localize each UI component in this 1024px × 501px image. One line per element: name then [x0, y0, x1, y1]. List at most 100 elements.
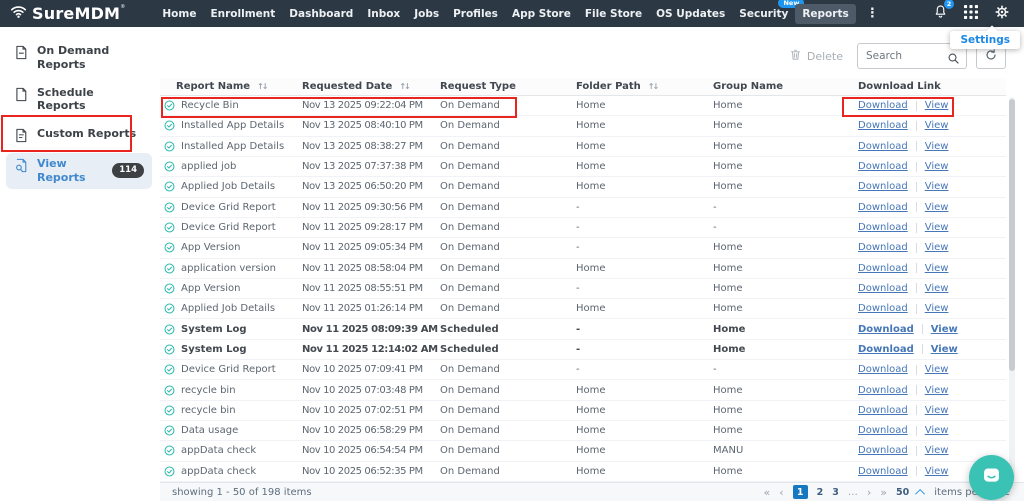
nav-item-jobs[interactable]: Jobs [407, 4, 446, 24]
download-link[interactable]: Download [858, 120, 908, 131]
nav-item-enrollment[interactable]: Enrollment [203, 4, 282, 24]
download-link[interactable]: Download [858, 324, 914, 335]
view-link[interactable]: View [925, 283, 949, 294]
table-row[interactable]: Data usageNov 10 2025 06:58:29 PMOn Dema… [160, 421, 1006, 441]
page-prev-button[interactable]: ‹ [779, 486, 783, 499]
view-link[interactable]: View [925, 141, 949, 152]
delete-button[interactable]: Delete [789, 48, 843, 64]
download-link[interactable]: Download [858, 242, 908, 253]
table-row[interactable]: applied jobNov 13 2025 07:37:38 PMOn Dem… [160, 157, 1006, 177]
vertical-scrollbar[interactable] [1009, 97, 1015, 482]
view-link[interactable]: View [925, 445, 949, 456]
download-link[interactable]: Download [858, 202, 908, 213]
page-number-2[interactable]: 2 [817, 487, 824, 498]
view-link[interactable]: View [925, 100, 949, 111]
nav-item-file-store[interactable]: File Store [578, 4, 649, 24]
download-link[interactable]: Download [858, 425, 908, 436]
view-link[interactable]: View [925, 181, 949, 192]
chat-widget-button[interactable] [969, 455, 1014, 500]
view-link[interactable]: View [925, 385, 949, 396]
page-number-1[interactable]: 1 [793, 485, 808, 499]
page-number-3[interactable]: 3 [832, 487, 839, 498]
page-size-value[interactable]: 50 [896, 487, 909, 498]
view-link[interactable]: View [925, 161, 949, 172]
nav-item-profiles[interactable]: Profiles [446, 4, 505, 24]
download-link[interactable]: Download [858, 263, 908, 274]
table-row[interactable]: Installed App DetailsNov 13 2025 08:40:1… [160, 116, 1006, 136]
view-link[interactable]: View [925, 263, 949, 274]
scrollbar-thumb[interactable] [1009, 99, 1015, 371]
download-link[interactable]: Download [858, 445, 908, 456]
search-input[interactable] [858, 44, 942, 68]
download-link[interactable]: Download [858, 141, 908, 152]
column-header-folder-path[interactable]: Folder Path↑↓ [576, 81, 713, 92]
download-link[interactable]: Download [858, 364, 908, 375]
nav-item-dashboard[interactable]: Dashboard [282, 4, 360, 24]
download-link[interactable]: Download [858, 303, 908, 314]
table-row[interactable]: Installed App DetailsNov 13 2025 08:38:2… [160, 137, 1006, 157]
sort-icon[interactable]: ↑↓ [648, 82, 657, 91]
download-link[interactable]: Download [858, 181, 908, 192]
table-row[interactable]: application versionNov 11 2025 08:58:04 … [160, 259, 1006, 279]
download-link[interactable]: Download [858, 344, 914, 355]
sidebar-item-on-demand-reports[interactable]: On Demand Reports [6, 40, 152, 76]
view-link[interactable]: View [925, 120, 949, 131]
table-row[interactable]: appData checkNov 10 2025 06:52:35 PMOn D… [160, 462, 1006, 482]
brand-logo[interactable]: SureMDM® [0, 3, 125, 24]
sidebar-item-schedule-reports[interactable]: Schedule Reports [6, 82, 152, 118]
column-header-group-name[interactable]: Group Name [713, 81, 858, 92]
table-row[interactable]: Device Grid ReportNov 11 2025 09:30:56 P… [160, 198, 1006, 218]
table-row[interactable]: recycle binNov 10 2025 07:03:48 PMOn Dem… [160, 380, 1006, 400]
more-menu-icon[interactable]: ⋮ [856, 6, 889, 21]
table-row[interactable]: App VersionNov 11 2025 09:05:34 PMOn Dem… [160, 238, 1006, 258]
column-header-request-type[interactable]: Request Type [440, 81, 576, 92]
column-header-download-link[interactable]: Download Link [858, 81, 1006, 92]
page-last-button[interactable]: » [880, 486, 887, 499]
search-icon[interactable] [947, 50, 960, 69]
page-first-button[interactable]: « [763, 486, 770, 499]
table-row[interactable]: recycle binNov 10 2025 07:02:51 PMOn Dem… [160, 401, 1006, 421]
view-link[interactable]: View [925, 466, 949, 477]
nav-item-home[interactable]: Home [155, 4, 203, 24]
table-row[interactable]: Device Grid ReportNov 11 2025 09:28:17 P… [160, 218, 1006, 238]
view-link[interactable]: View [925, 425, 949, 436]
nav-item-app-store[interactable]: App Store [505, 4, 578, 24]
sort-icon[interactable]: ↑↓ [257, 82, 266, 91]
download-link[interactable]: Download [858, 385, 908, 396]
download-link[interactable]: Download [858, 100, 908, 111]
sidebar-item-custom-reports[interactable]: Custom Reports [6, 123, 152, 147]
nav-item-reports[interactable]: Reports [795, 4, 855, 24]
view-link[interactable]: View [925, 202, 949, 213]
download-link[interactable]: Download [858, 222, 908, 233]
download-link[interactable]: Download [858, 466, 908, 477]
download-link[interactable]: Download [858, 283, 908, 294]
page-next-button[interactable]: › [867, 486, 871, 499]
notifications-button[interactable]: 2 [933, 4, 948, 23]
column-header-requested-date[interactable]: Requested Date↑↓ [302, 81, 440, 92]
view-link[interactable]: View [925, 364, 949, 375]
view-link[interactable]: View [931, 324, 958, 335]
settings-button[interactable] [994, 4, 1010, 24]
chevron-up-icon[interactable] [915, 488, 925, 498]
sort-icon[interactable]: ↑↓ [399, 82, 408, 91]
view-link[interactable]: View [925, 242, 949, 253]
column-header-report-name[interactable]: Report Name↑↓ [160, 81, 302, 92]
download-link[interactable]: Download [858, 161, 908, 172]
nav-item-os-updates[interactable]: OS Updates [649, 4, 732, 24]
table-row[interactable]: Recycle BinNov 13 2025 09:22:04 PMOn Dem… [160, 96, 1006, 116]
view-link[interactable]: View [931, 344, 958, 355]
nav-item-security[interactable]: SecurityNew [732, 4, 795, 24]
sidebar-item-view-reports[interactable]: View Reports114 [6, 153, 152, 189]
apps-launcher-button[interactable] [964, 4, 978, 23]
nav-item-inbox[interactable]: Inbox [360, 4, 407, 24]
table-row[interactable]: System LogNov 11 2025 12:14:02 AMSchedul… [160, 340, 1006, 360]
view-link[interactable]: View [925, 222, 949, 233]
table-row[interactable]: Applied Job DetailsNov 13 2025 06:50:20 … [160, 177, 1006, 197]
table-row[interactable]: Applied Job DetailsNov 11 2025 01:26:14 … [160, 299, 1006, 319]
table-row[interactable]: App VersionNov 11 2025 08:55:51 PMOn Dem… [160, 279, 1006, 299]
table-row[interactable]: appData checkNov 10 2025 06:54:54 PMOn D… [160, 441, 1006, 461]
download-link[interactable]: Download [858, 405, 908, 416]
view-link[interactable]: View [925, 405, 949, 416]
table-row[interactable]: Device Grid ReportNov 10 2025 07:09:41 P… [160, 360, 1006, 380]
table-row[interactable]: System LogNov 11 2025 08:09:39 AMSchedul… [160, 319, 1006, 339]
